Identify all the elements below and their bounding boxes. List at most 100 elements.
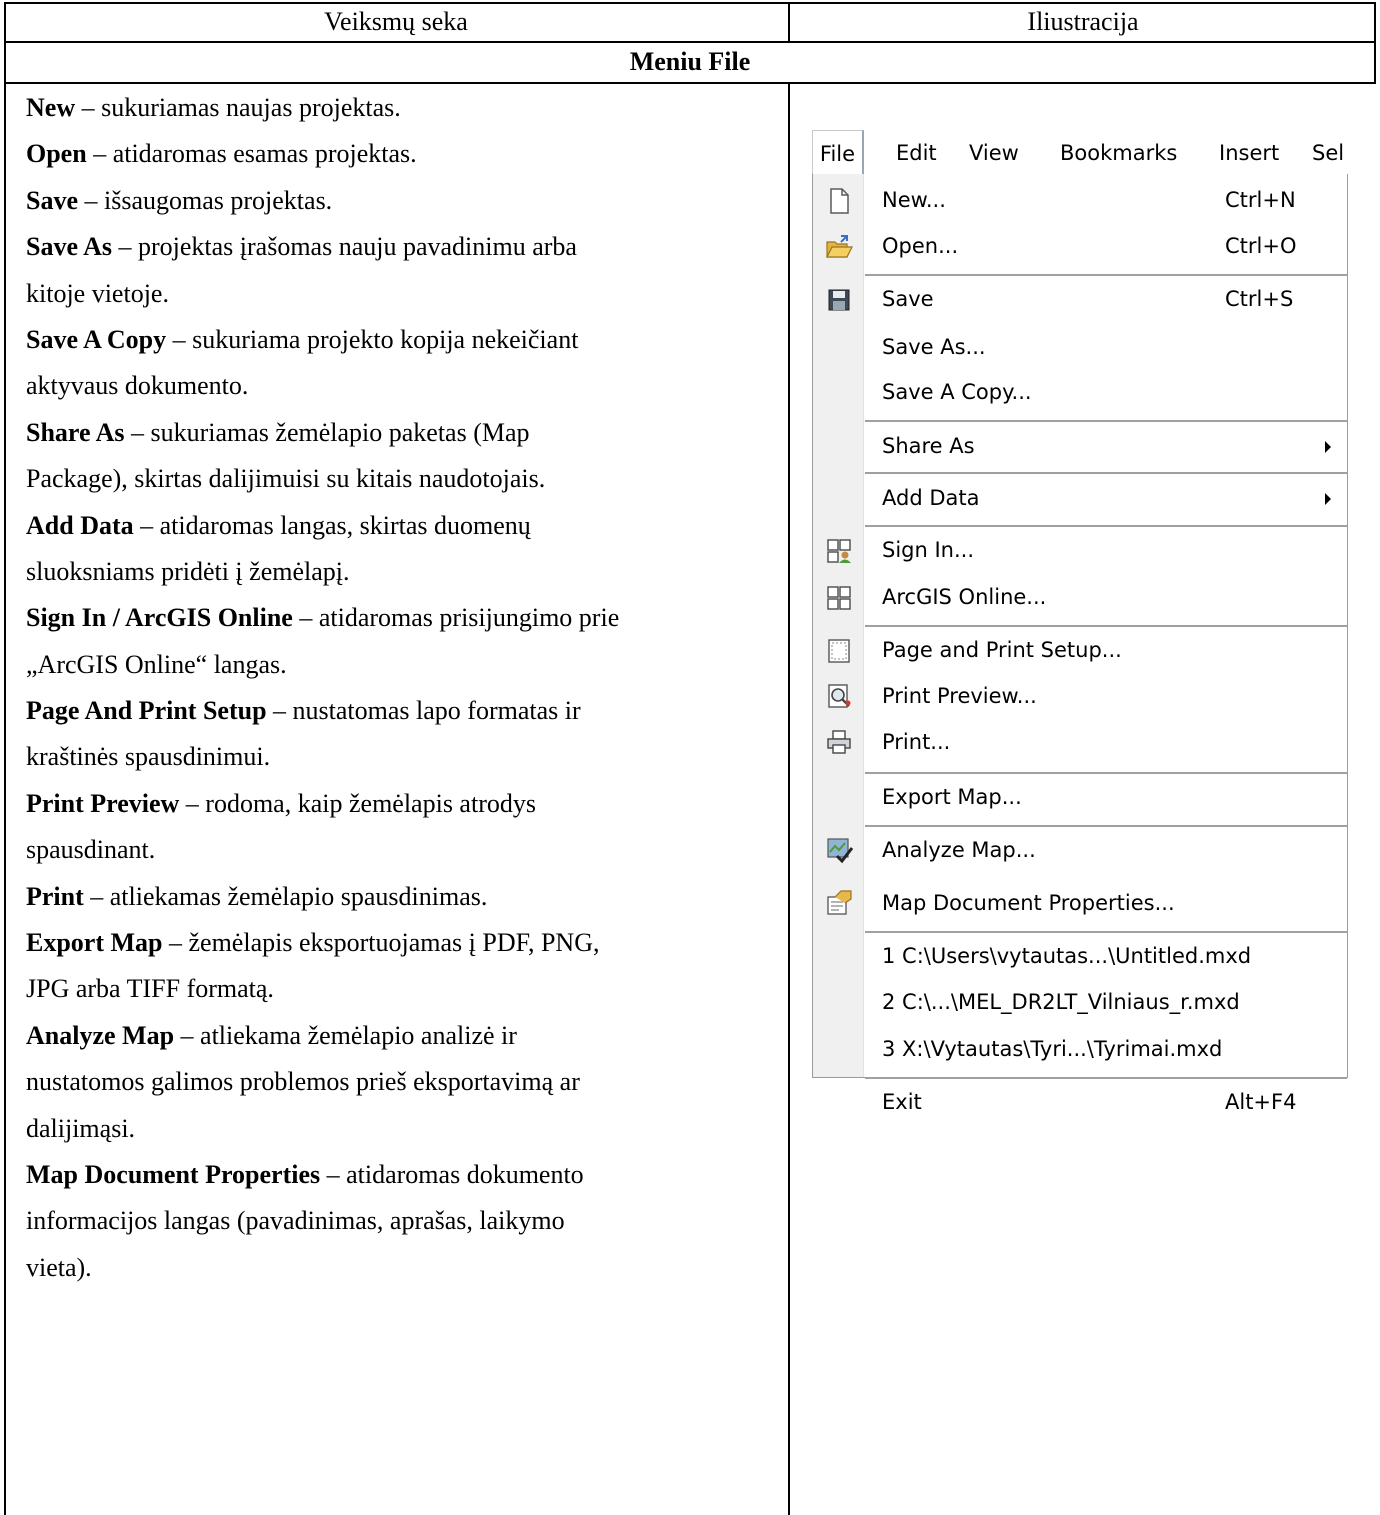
text-line: informacijos langas (pavadinimas, apraša… — [26, 1198, 786, 1244]
arcgis-online-icon — [827, 586, 851, 610]
text-line: nustatomos galimos problemos prieš ekspo… — [26, 1059, 786, 1105]
menu-item-label: Exit — [882, 1090, 922, 1114]
text-line: kitoje vietoje. — [26, 271, 786, 317]
menu-bar: File Edit View Bookmarks Insert Sel — [812, 130, 1348, 174]
text-line: Share As – sukuriamas žemėlapio paketas … — [26, 410, 786, 456]
text-line: „ArcGIS Online“ langas. — [26, 642, 786, 688]
printer-icon — [827, 730, 851, 754]
text-line: Save – išsaugomas projektas. — [26, 178, 786, 224]
menu-file[interactable]: File — [812, 130, 864, 174]
term-description: dalijimąsi. — [26, 1113, 136, 1143]
term-description: spausdinant. — [26, 835, 156, 865]
text-line: aktyvaus dokumento. — [26, 363, 786, 409]
term-description: aktyvaus dokumento. — [26, 371, 249, 401]
menu-item-recent-file-2[interactable]: 2 C:\...\MEL_DR2LT_Vilniaus_r.mxd — [813, 990, 1347, 1020]
menu-item-label: Export Map... — [882, 785, 1022, 809]
menu-item-page-print-setup[interactable]: Page and Print Setup... — [813, 638, 1347, 668]
menu-item-sign-in[interactable]: Sign In... — [813, 538, 1347, 568]
menu-item-share-as[interactable]: Share As — [813, 434, 1347, 464]
menu-edit[interactable]: Edit — [896, 130, 937, 174]
term-description: – atidaromas langas, skirtas duomenų — [133, 510, 531, 540]
term-description: – atidaromas dokumento — [320, 1159, 584, 1189]
file-menu: New... Ctrl+N Open... Ctrl+O Save Ctrl+S — [812, 174, 1348, 1114]
menu-item-new[interactable]: New... Ctrl+N — [813, 188, 1347, 218]
term-bold: Map Document Properties — [26, 1159, 321, 1189]
menu-separator — [865, 825, 1347, 827]
menu-bookmarks[interactable]: Bookmarks — [1060, 130, 1177, 174]
menu-item-save-a-copy[interactable]: Save A Copy... — [813, 380, 1347, 410]
page-setup-icon — [828, 639, 850, 663]
term-description: vieta). — [26, 1252, 92, 1282]
column-divider-body — [788, 82, 790, 1515]
table-border-left — [4, 2, 6, 1515]
menu-insert[interactable]: Insert — [1219, 130, 1279, 174]
menu-item-open[interactable]: Open... Ctrl+O — [813, 234, 1347, 264]
term-description: – sukuriama projekto kopija nekeičiant — [166, 324, 579, 354]
text-line: Open – atidaromas esamas projektas. — [26, 131, 786, 177]
menu-separator — [865, 525, 1347, 527]
menu-item-analyze-map[interactable]: Analyze Map... — [813, 838, 1347, 868]
menu-item-exit[interactable]: Exit Alt+F4 — [813, 1090, 1347, 1120]
term-description: – žemėlapis eksportuojamas į PDF, PNG, — [162, 928, 600, 958]
menu-item-label: Page and Print Setup... — [882, 638, 1122, 662]
menu-item-label: 3 X:\Vytautas\Tyri...\Tyrimai.mxd — [882, 1037, 1223, 1061]
text-line: sluoksniams pridėti į žemėlapį. — [26, 549, 786, 595]
term-bold: Open — [26, 139, 87, 169]
section-title: Meniu File — [629, 47, 751, 76]
menu-item-print[interactable]: Print... — [813, 730, 1347, 760]
term-description: nustatomos galimos problemos prieš ekspo… — [26, 1067, 580, 1097]
menu-item-shortcut: Alt+F4 — [1225, 1090, 1297, 1114]
analyze-map-icon — [827, 838, 853, 864]
menu-item-recent-file-3[interactable]: 3 X:\Vytautas\Tyri...\Tyrimai.mxd — [813, 1037, 1347, 1067]
menu-item-export-map[interactable]: Export Map... — [813, 785, 1347, 815]
term-description: – atidaromas prisijungimo prie — [292, 603, 620, 633]
term-description: – rodoma, kaip žemėlapis atrodys — [179, 788, 536, 818]
menu-item-label: Share As — [882, 434, 975, 458]
menu-separator — [865, 625, 1347, 627]
file-menu-screenshot: File Edit View Bookmarks Insert Sel New.… — [812, 130, 1348, 1114]
menu-item-label: Print Preview... — [882, 684, 1037, 708]
submenu-arrow-icon — [1325, 493, 1331, 505]
term-bold: Save A Copy — [26, 324, 167, 354]
term-description: – projektas įrašomas nauju pavadinimu ar… — [111, 232, 577, 262]
submenu-arrow-icon — [1325, 441, 1331, 453]
menu-separator — [865, 274, 1347, 276]
description-text: New – sukuriamas naujas projektas. Open –… — [26, 85, 786, 1291]
text-line: Save As – projektas įrašomas nauju pavad… — [26, 224, 786, 270]
text-line: Export Map – žemėlapis eksportuojamas į … — [26, 920, 786, 966]
sign-in-icon — [827, 539, 851, 563]
header-left: Veiksmų seka — [324, 7, 468, 36]
menu-view[interactable]: View — [969, 130, 1019, 174]
term-description: JPG arba TIFF formatą. — [26, 974, 274, 1004]
print-preview-icon — [828, 684, 851, 708]
term-description: – atidaromas esamas projektas. — [86, 139, 417, 169]
text-line: spausdinant. — [26, 827, 786, 873]
text-line: JPG arba TIFF formatą. — [26, 966, 786, 1012]
text-line: Analyze Map – atliekama žemėlapio analiz… — [26, 1013, 786, 1059]
term-description: – sukuriamas naujas projektas. — [75, 93, 401, 122]
menu-item-save-as[interactable]: Save As... — [813, 335, 1347, 365]
menu-item-label: Save A Copy... — [882, 380, 1032, 404]
menu-separator — [865, 772, 1347, 774]
menu-item-label: New... — [882, 188, 946, 212]
text-line: vieta). — [26, 1245, 786, 1291]
menu-item-label: Sign In... — [882, 538, 975, 562]
term-bold: Sign In / ArcGIS Online — [26, 603, 293, 633]
menu-item-print-preview[interactable]: Print Preview... — [813, 684, 1347, 714]
text-line: Map Document Properties – atidaromas dok… — [26, 1152, 786, 1198]
menu-selection[interactable]: Sel — [1312, 130, 1344, 174]
term-bold: Add Data — [26, 510, 134, 540]
table-rule-section — [4, 82, 1376, 84]
menu-item-map-document-properties[interactable]: Map Document Properties... — [813, 890, 1347, 921]
menu-item-add-data[interactable]: Add Data — [813, 486, 1347, 516]
menu-item-save[interactable]: Save Ctrl+S — [813, 287, 1347, 317]
term-description: kitoje vietoje. — [26, 278, 169, 308]
menu-item-arcgis-online[interactable]: ArcGIS Online... — [813, 585, 1347, 615]
term-description: – išsaugomas projektas. — [78, 185, 333, 215]
menu-item-label: 1 C:\Users\vytautas...\Untitled.mxd — [882, 944, 1252, 968]
term-bold: Save As — [26, 232, 112, 262]
term-bold: Print — [26, 881, 84, 911]
menu-item-recent-file-1[interactable]: 1 C:\Users\vytautas...\Untitled.mxd — [813, 944, 1347, 974]
menu-item-label: Open... — [882, 234, 959, 258]
term-bold: Page And Print Setup — [26, 696, 267, 726]
